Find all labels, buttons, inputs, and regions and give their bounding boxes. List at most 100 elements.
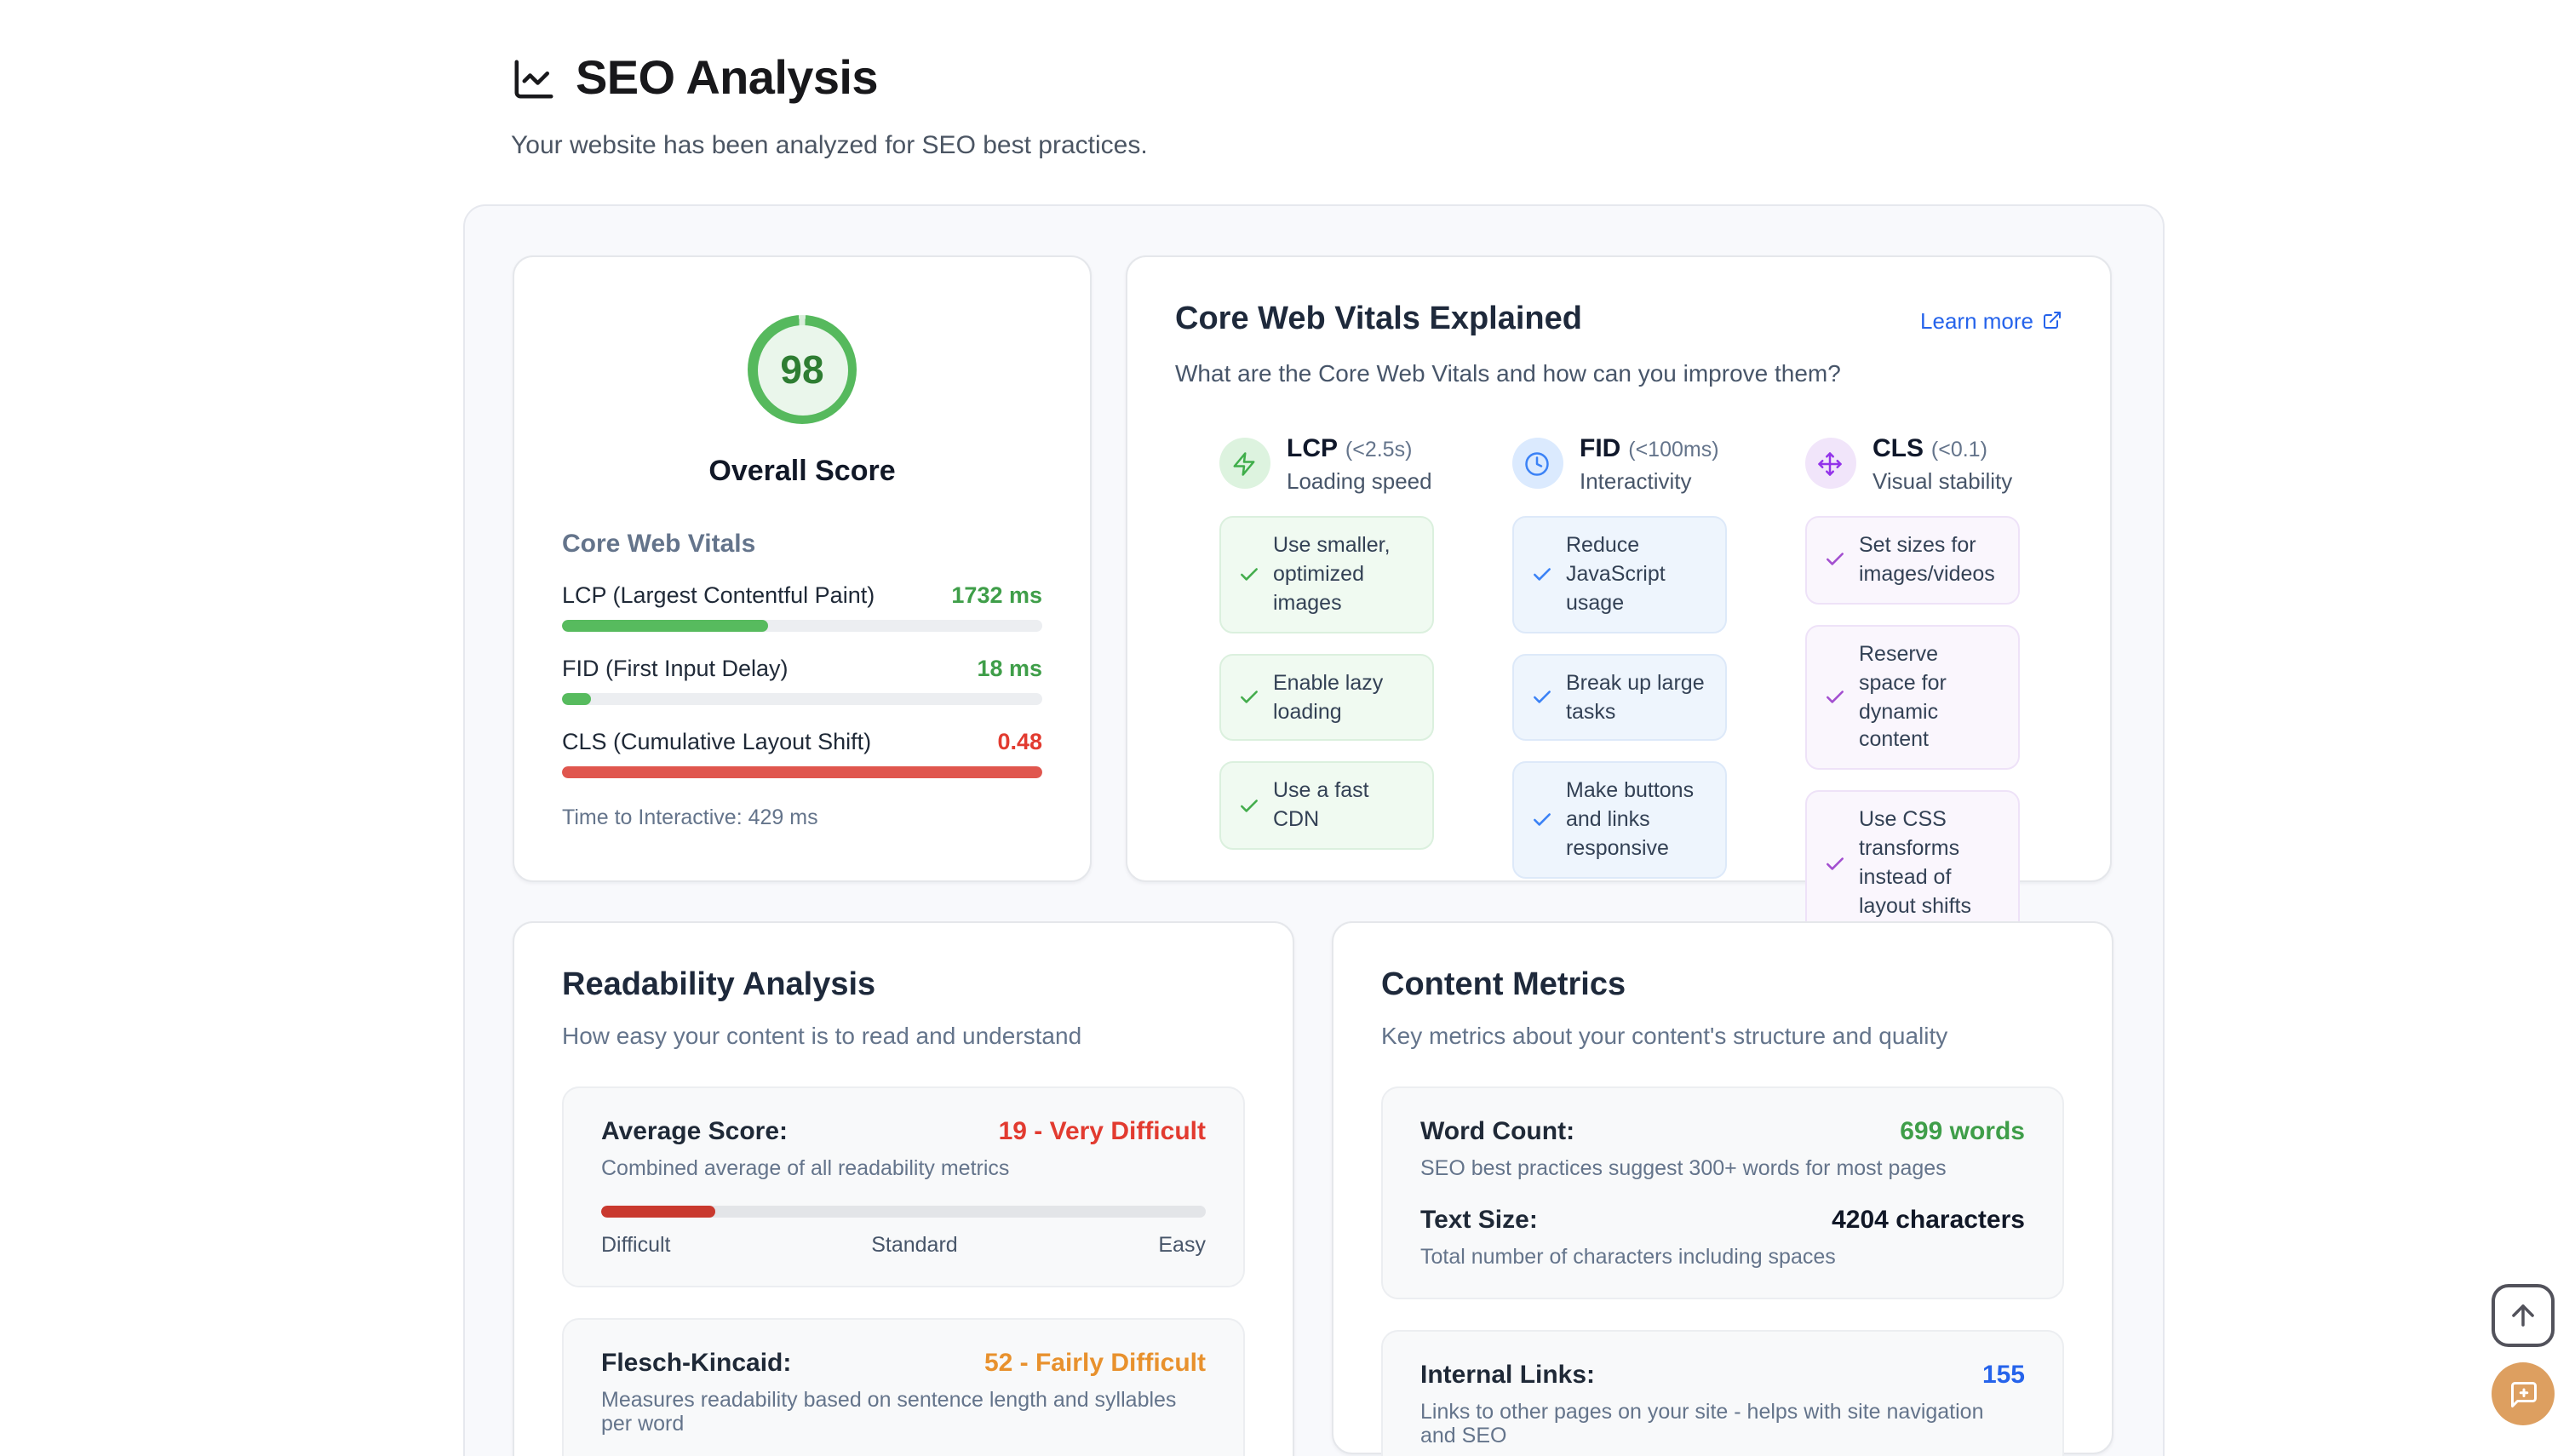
content-metrics-title: Content Metrics [1381,967,2064,1005]
fid-threshold: (<100ms) [1628,437,1718,461]
clock-icon [1511,438,1563,489]
score-progress-ring: 98 [748,315,857,424]
fid-progress-bar [562,693,1042,705]
average-score-desc: Combined average of all readability metr… [601,1156,1206,1180]
lcp-tip: Use a fast CDN [1219,762,1433,851]
fid-desc: Interactivity [1580,467,1719,493]
lcp-threshold: (<2.5s) [1345,437,1413,461]
lcp-column: LCP (<2.5s) Loading speed Use smaller, o… [1219,427,1433,957]
lcp-value: 1732 ms [951,582,1042,608]
lcp-desc: Loading speed [1287,467,1432,493]
scale-label-easy: Easy [1158,1233,1206,1257]
readability-subtitle: How easy your content is to read and und… [562,1022,1245,1049]
page-subtitle: Your website has been analyzed for SEO b… [511,131,1148,160]
seo-analysis-page: SEO Analysis Your website has been analy… [0,0,2575,1456]
check-icon [1530,686,1552,708]
page-title: SEO Analysis [576,51,878,106]
flesch-kincaid-label: Flesch-Kincaid: [601,1349,791,1378]
fid-tip: Reduce JavaScript usage [1511,516,1726,633]
readability-analysis-card: Readability Analysis How easy your conte… [513,921,1294,1456]
links-box: Internal Links: 155 Links to other pages… [1381,1330,2064,1456]
message-square-plus-icon [2508,1379,2538,1409]
scale-label-standard: Standard [871,1233,957,1257]
word-count-label: Word Count: [1420,1117,1574,1146]
cls-tip: Use CSS transforms instead of layout shi… [1804,791,2019,937]
average-score-label: Average Score: [601,1117,788,1146]
fid-label: FID (First Input Delay) [562,656,789,681]
chart-line-icon [511,55,557,101]
average-score-box: Average Score: 19 - Very Difficult Combi… [562,1086,1245,1287]
readability-scale-bar [601,1206,1206,1218]
cls-tip: Reserve space for dynamic content [1804,625,2019,771]
fid-column: FID (<100ms) Interactivity Reduce JavaSc… [1511,427,1726,957]
content-metrics-subtitle: Key metrics about your content's structu… [1381,1022,2064,1049]
flesch-kincaid-value: 52 - Fairly Difficult [984,1349,1206,1378]
internal-links-value: 155 [1982,1361,2025,1390]
lcp-tip: Enable lazy loading [1219,653,1433,742]
check-icon [1237,564,1259,586]
lcp-label: LCP (Largest Contentful Paint) [562,582,875,608]
fid-abbr: FID [1580,433,1620,462]
lcp-tip: Use smaller, optimized images [1219,516,1433,633]
lcp-metric: LCP (Largest Contentful Paint) 1732 ms [562,582,1042,632]
time-to-interactive: Time to Interactive: 429 ms [562,805,1042,829]
overall-score-label: Overall Score [562,455,1042,489]
check-icon [1530,564,1552,586]
content-counts-box: Word Count: 699 words SEO best practices… [1381,1086,2064,1299]
check-icon [1530,809,1552,831]
overall-score-card: 98 Overall Score Core Web Vitals LCP (La… [513,255,1092,882]
overall-score-value: 98 [780,347,823,393]
fid-metric: FID (First Input Delay) 18 ms [562,656,1042,705]
readability-title: Readability Analysis [562,967,1245,1005]
learn-more-link[interactable]: Learn more [1920,307,2062,333]
vitals-card-title: Core Web Vitals Explained [1175,301,1582,339]
fid-tip: Break up large tasks [1511,653,1726,742]
cls-desc: Visual stability [1872,467,2012,493]
lcp-abbr: LCP [1287,433,1338,462]
cls-column: CLS (<0.1) Visual stability Set sizes fo… [1804,427,2019,957]
vitals-card-subtitle: What are the Core Web Vitals and how can… [1175,359,2062,387]
cls-abbr: CLS [1872,433,1924,462]
flesch-kincaid-metric: Flesch-Kincaid: 52 - Fairly Difficult Me… [601,1349,1206,1436]
cls-progress-bar [562,766,1042,778]
cls-metric: CLS (Cumulative Layout Shift) 0.48 [562,729,1042,778]
fid-tip: Make buttons and links responsive [1511,762,1726,879]
lcp-progress-bar [562,620,1042,632]
core-web-vitals-heading: Core Web Vitals [562,530,1042,559]
content-metrics-card: Content Metrics Key metrics about your c… [1332,921,2113,1454]
page-header: SEO Analysis Your website has been analy… [511,51,1148,160]
text-size-metric: Text Size: 4204 characters Total number … [1420,1206,2025,1269]
internal-links-metric: Internal Links: 155 Links to other pages… [1420,1361,2025,1447]
readability-metrics-box: Flesch-Kincaid: 52 - Fairly Difficult Me… [562,1318,1245,1456]
scroll-to-top-button[interactable] [2492,1284,2555,1347]
flesch-kincaid-desc: Measures readability based on sentence l… [601,1388,1206,1436]
check-icon [1823,852,1845,874]
cls-tip: Set sizes for images/videos [1804,516,2019,605]
word-count-metric: Word Count: 699 words SEO best practices… [1420,1117,2025,1180]
scale-label-difficult: Difficult [601,1233,671,1257]
word-count-desc: SEO best practices suggest 300+ words fo… [1420,1156,2025,1180]
seo-results-panel: 98 Overall Score Core Web Vitals LCP (La… [463,204,2165,1456]
cls-value: 0.48 [997,729,1042,754]
internal-links-desc: Links to other pages on your site - help… [1420,1400,2025,1447]
screen: SEO Analysis Your website has been analy… [0,0,2575,1456]
feedback-chat-button[interactable] [2492,1362,2555,1425]
check-icon [1237,686,1259,708]
core-web-vitals-explained-card: Core Web Vitals Explained Learn more Wha… [1126,255,2112,882]
arrow-up-icon [2507,1299,2539,1332]
zap-icon [1219,438,1270,489]
text-size-label: Text Size: [1420,1206,1538,1235]
check-icon [1237,795,1259,817]
text-size-desc: Total number of characters including spa… [1420,1245,2025,1269]
move-icon [1804,438,1855,489]
check-icon [1823,549,1845,571]
average-score-value: 19 - Very Difficult [999,1117,1206,1146]
internal-links-label: Internal Links: [1420,1361,1595,1390]
fid-value: 18 ms [977,656,1042,681]
check-icon [1823,686,1845,708]
text-size-value: 4204 characters [1832,1206,2025,1235]
vitals-columns: LCP (<2.5s) Loading speed Use smaller, o… [1219,427,2019,957]
cls-threshold: (<0.1) [1931,437,1987,461]
cls-label: CLS (Cumulative Layout Shift) [562,729,871,754]
external-link-icon [2042,310,2062,330]
